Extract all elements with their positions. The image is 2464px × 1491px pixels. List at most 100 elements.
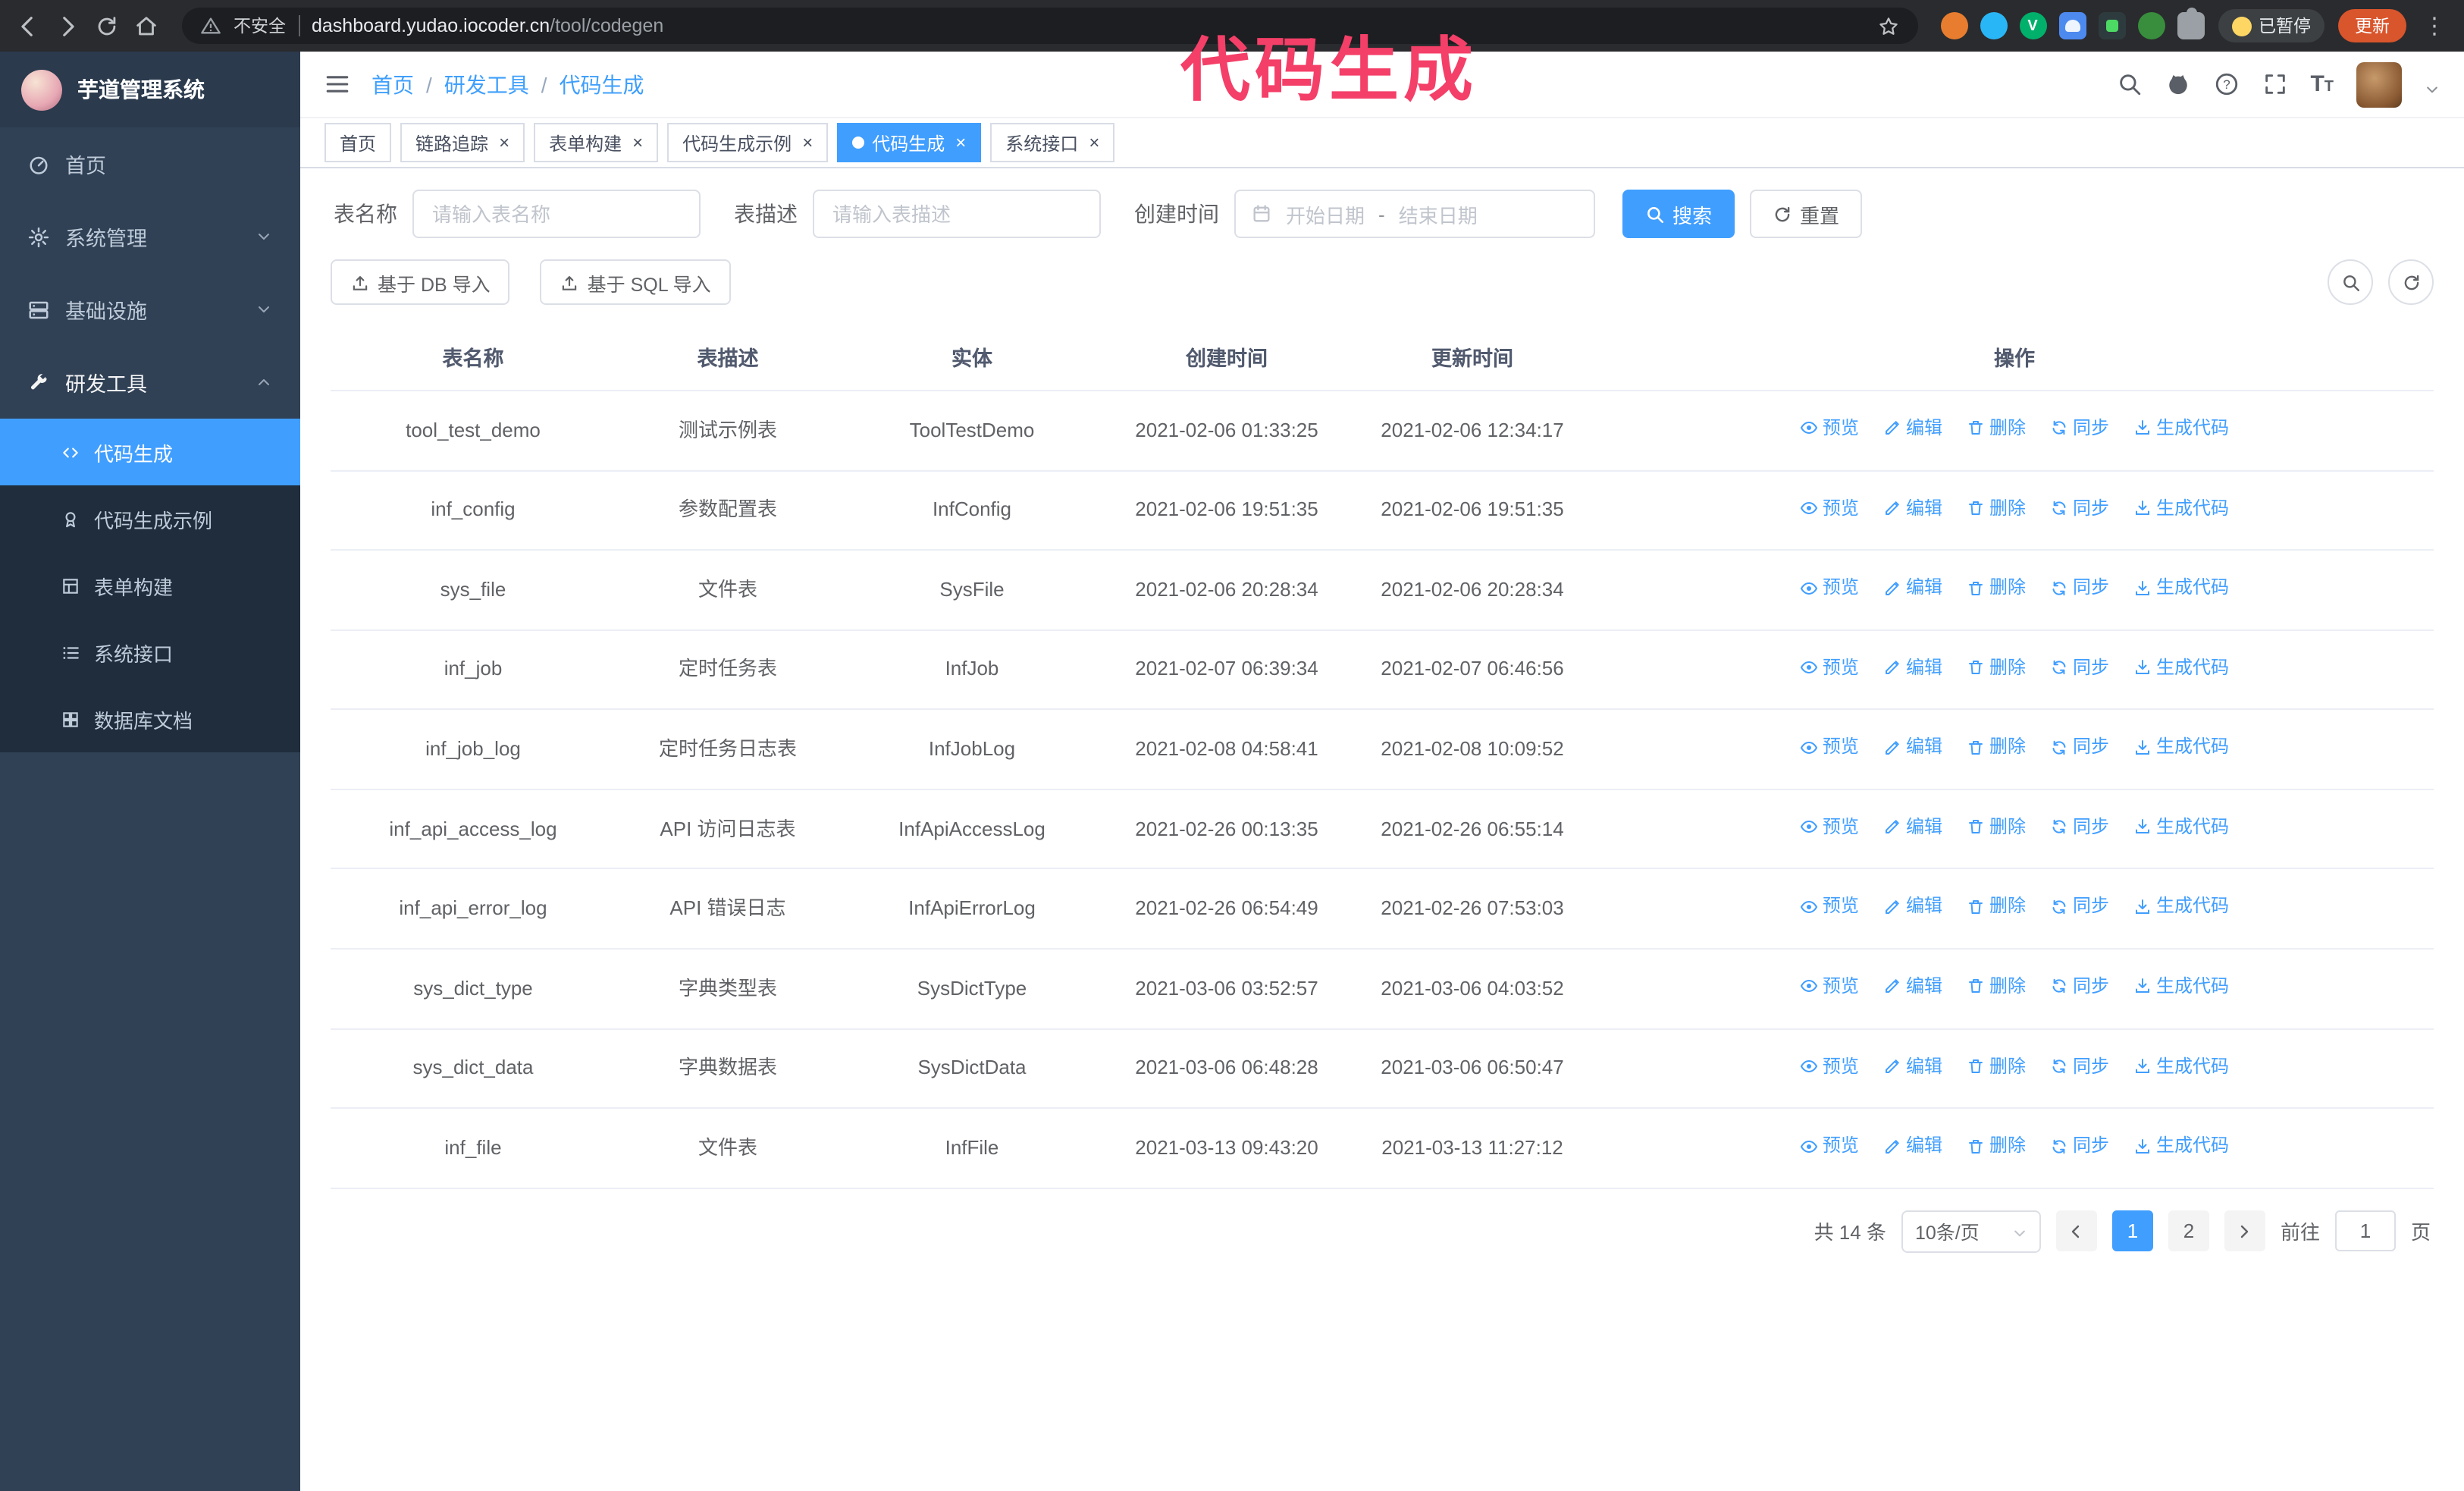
sidebar-item-system-management[interactable]: 系统管理 [0,200,300,273]
extension-icon-6[interactable] [2137,12,2165,39]
action-preview-link[interactable]: 预览 [1800,416,1859,441]
action-delete-link[interactable]: 删除 [1967,974,2026,1000]
toggle-search-button[interactable] [2328,259,2373,305]
goto-page-input[interactable] [2334,1210,2396,1252]
action-sync-link[interactable]: 同步 [2050,416,2109,441]
github-icon[interactable] [2165,71,2190,97]
action-edit-link[interactable]: 编辑 [1883,1133,1942,1159]
action-delete-link[interactable]: 删除 [1967,1053,2026,1079]
paused-chip[interactable]: 已暂停 [2218,9,2324,42]
avatar[interactable] [2356,61,2402,107]
action-preview-link[interactable]: 预览 [1800,974,1859,1000]
refresh-table-button[interactable] [2388,259,2434,305]
font-size-icon[interactable]: TT [2310,71,2334,97]
action-delete-link[interactable]: 删除 [1967,1133,2026,1159]
page-button-1[interactable]: 1 [2111,1210,2153,1252]
action-edit-link[interactable]: 编辑 [1883,974,1942,1000]
extension-icon-1[interactable] [1940,12,1967,39]
extension-icon-5[interactable] [2098,12,2125,39]
tab-codegen-example[interactable]: 代码生成示例 × [667,123,829,162]
fullscreen-icon[interactable] [2262,71,2287,97]
action-edit-link[interactable]: 编辑 [1883,1053,1942,1079]
tab-close-icon[interactable]: × [955,133,966,152]
sidebar-item-db-docs[interactable]: 数据库文档 [0,686,300,752]
avatar-caret-icon[interactable] [2425,77,2440,93]
action-preview-link[interactable]: 预览 [1800,575,1859,601]
sidebar-item-system-api[interactable]: 系统接口 [0,619,300,686]
action-generate-code-link[interactable]: 生成代码 [2133,815,2229,840]
action-edit-link[interactable]: 编辑 [1883,495,1942,521]
action-sync-link[interactable]: 同步 [2050,495,2109,521]
action-edit-link[interactable]: 编辑 [1883,654,1942,680]
sidebar-item-codegen-example[interactable]: 代码生成示例 [0,485,300,552]
breadcrumb-item-devtools[interactable]: 研发工具 [444,69,529,99]
action-preview-link[interactable]: 预览 [1800,495,1859,521]
help-icon[interactable]: ? [2213,71,2239,97]
tab-trace[interactable]: 链路追踪 × [400,123,525,162]
action-sync-link[interactable]: 同步 [2050,575,2109,601]
action-sync-link[interactable]: 同步 [2050,654,2109,680]
tab-close-icon[interactable]: × [1089,133,1099,152]
action-delete-link[interactable]: 删除 [1967,416,2026,441]
action-generate-code-link[interactable]: 生成代码 [2133,654,2229,680]
sidebar-item-home[interactable]: 首页 [0,127,300,200]
table-name-input[interactable] [412,190,701,238]
tab-system-api[interactable]: 系统接口 × [990,123,1115,162]
prev-page-button[interactable] [2055,1210,2097,1252]
home-icon[interactable] [133,13,159,39]
action-sync-link[interactable]: 同步 [2050,894,2109,920]
action-edit-link[interactable]: 编辑 [1883,815,1942,840]
app-logo[interactable]: 芋道管理系统 [0,52,300,127]
page-button-2[interactable]: 2 [2168,1210,2209,1252]
refresh-icon[interactable] [94,13,120,39]
action-sync-link[interactable]: 同步 [2050,1053,2109,1079]
action-preview-link[interactable]: 预览 [1800,894,1859,920]
sidebar-item-codegen[interactable]: 代码生成 [0,419,300,485]
date-range-picker[interactable]: 开始日期 - 结束日期 [1234,190,1595,238]
action-sync-link[interactable]: 同步 [2050,974,2109,1000]
action-edit-link[interactable]: 编辑 [1883,575,1942,601]
forward-icon[interactable] [55,13,80,39]
action-delete-link[interactable]: 删除 [1967,654,2026,680]
sidebar-item-infrastructure[interactable]: 基础设施 [0,273,300,346]
action-generate-code-link[interactable]: 生成代码 [2133,575,2229,601]
action-sync-link[interactable]: 同步 [2050,735,2109,761]
bookmark-star-icon[interactable] [1876,14,1899,37]
tab-codegen[interactable]: 代码生成 × [837,123,982,162]
tab-form-builder[interactable]: 表单构建 × [534,123,659,162]
reset-button[interactable]: 重置 [1750,190,1863,238]
action-generate-code-link[interactable]: 生成代码 [2133,894,2229,920]
action-preview-link[interactable]: 预览 [1800,735,1859,761]
action-delete-link[interactable]: 删除 [1967,575,2026,601]
action-sync-link[interactable]: 同步 [2050,815,2109,840]
extension-icon-3[interactable]: V [2019,12,2046,39]
action-generate-code-link[interactable]: 生成代码 [2133,735,2229,761]
sidebar-collapse-icon[interactable] [324,71,350,97]
action-delete-link[interactable]: 删除 [1967,495,2026,521]
action-generate-code-link[interactable]: 生成代码 [2133,416,2229,441]
table-desc-input[interactable] [813,190,1101,238]
import-sql-button[interactable]: 基于 SQL 导入 [540,259,731,305]
update-chip[interactable]: 更新 [2338,9,2406,42]
action-delete-link[interactable]: 删除 [1967,894,2026,920]
search-button[interactable]: 搜索 [1622,190,1735,238]
tab-close-icon[interactable]: × [632,133,643,152]
action-preview-link[interactable]: 预览 [1800,815,1859,840]
tab-close-icon[interactable]: × [802,133,813,152]
action-preview-link[interactable]: 预览 [1800,1053,1859,1079]
action-generate-code-link[interactable]: 生成代码 [2133,495,2229,521]
back-icon[interactable] [15,13,41,39]
page-size-select[interactable]: 10条/页 [1901,1210,2041,1253]
extension-icon-4[interactable] [2058,12,2086,39]
sidebar-item-dev-tools[interactable]: 研发工具 [0,346,300,419]
action-delete-link[interactable]: 删除 [1967,815,2026,840]
action-preview-link[interactable]: 预览 [1800,1133,1859,1159]
extensions-puzzle-icon[interactable] [2177,8,2204,39]
import-db-button[interactable]: 基于 DB 导入 [331,259,510,305]
browser-menu-icon[interactable]: ⋮ [2420,12,2449,39]
action-generate-code-link[interactable]: 生成代码 [2133,1133,2229,1159]
action-preview-link[interactable]: 预览 [1800,654,1859,680]
tab-home[interactable]: 首页 [324,123,392,162]
sidebar-item-form-builder[interactable]: 表单构建 [0,552,300,619]
action-edit-link[interactable]: 编辑 [1883,735,1942,761]
